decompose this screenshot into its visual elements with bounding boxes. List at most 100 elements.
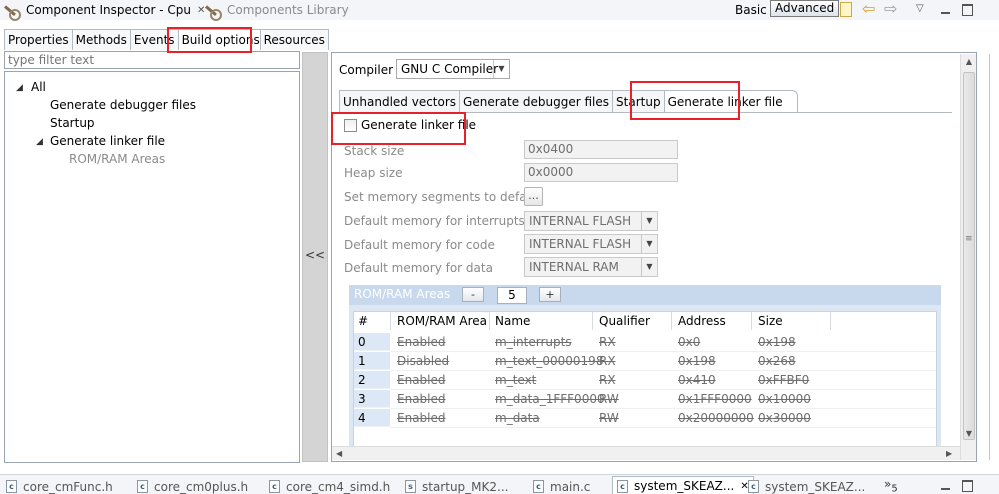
minimize-icon[interactable] (938, 1, 954, 17)
table-cell-qualifier[interactable]: RX (599, 371, 616, 389)
editor-tab[interactable]: c system_SKEAZ... (748, 478, 865, 494)
mode-advanced-button[interactable]: Advanced (770, 0, 840, 17)
column-header[interactable]: Size (758, 312, 783, 330)
table-cell-address[interactable]: 0x1FFF0000 (678, 390, 752, 408)
tab-unhandled-vectors[interactable]: Unhandled vectors (339, 90, 460, 112)
heap-size-input[interactable]: 0x0000 (524, 163, 678, 182)
table-cell-address[interactable]: 0x0 (678, 333, 700, 351)
chevron-down-icon[interactable]: ▼ (641, 212, 657, 230)
forward-arrow-icon[interactable]: ⇨ (884, 1, 900, 17)
set-memory-default-button[interactable]: ... (524, 187, 543, 206)
tree-item-startup[interactable]: Startup (50, 116, 95, 130)
column-header[interactable]: Name (495, 312, 530, 330)
minimize-icon[interactable] (938, 479, 954, 493)
tree-item-all[interactable]: All (31, 80, 46, 94)
editor-tab[interactable]: s startup_MK2... (405, 478, 508, 494)
table-cell-name[interactable]: m_data_1FFF0000 (495, 390, 605, 408)
note-icon[interactable] (838, 1, 854, 17)
table-cell-size[interactable]: 0x198 (758, 333, 796, 351)
chevron-down-icon[interactable]: ▼ (641, 258, 657, 276)
table-cell-qualifier[interactable]: RX (599, 333, 616, 351)
editor-tab[interactable]: c core_cm0plus.h (137, 478, 248, 494)
scroll-down-icon[interactable]: ▼ (961, 429, 977, 438)
mode-basic-button[interactable]: Basic (735, 0, 767, 20)
table-cell-size[interactable]: 0x10000 (758, 390, 811, 408)
view-tab-components-library[interactable]: Components Library (205, 1, 349, 21)
table-cell-name[interactable]: m_text_00000198 (495, 352, 603, 370)
table-cell-address[interactable]: 0x198 (678, 352, 716, 370)
table-cell-address[interactable]: 0x410 (678, 371, 716, 389)
scroll-up-icon[interactable]: ▲ (961, 57, 977, 66)
tab-startup[interactable]: Startup (612, 90, 664, 112)
back-arrow-icon[interactable]: ⇦ (862, 1, 878, 17)
chevron-down-icon[interactable]: ▼ (493, 60, 509, 78)
left-tab-bar: Properties Methods Events Build options … (4, 29, 329, 50)
decrement-button[interactable]: - (462, 287, 484, 302)
maximize-icon[interactable] (959, 1, 975, 17)
tab-properties[interactable]: Properties (4, 29, 72, 50)
table-cell-index[interactable]: 3 (358, 390, 366, 408)
tab-events[interactable]: Events (129, 29, 178, 50)
table-cell-size[interactable]: 0xFFBF0 (758, 371, 809, 389)
vertical-scrollbar[interactable]: ▲ ≡ ▼ (960, 54, 976, 460)
table-cell-name[interactable]: m_text (495, 371, 536, 389)
scroll-left-icon[interactable]: ◀ (336, 447, 342, 461)
maximize-icon[interactable] (959, 479, 975, 493)
increment-button[interactable]: + (539, 287, 561, 302)
table-cell-area[interactable]: Disabled (397, 352, 449, 370)
editor-tab[interactable]: c core_cmFunc.h (6, 478, 113, 494)
table-cell-name[interactable]: m_interrupts (495, 333, 572, 351)
rom-ram-group-title: ROM/RAM Areas (354, 287, 451, 301)
tab-build-options[interactable]: Build options (177, 29, 260, 50)
expand-arrow-icon[interactable]: ◢ (16, 83, 23, 93)
tree-item-generate-debugger-files[interactable]: Generate debugger files (50, 98, 196, 112)
table-cell-index[interactable]: 1 (358, 352, 366, 370)
tab-generate-debugger-files[interactable]: Generate debugger files (459, 90, 613, 112)
table-cell-size[interactable]: 0x268 (758, 352, 796, 370)
tree-item-generate-linker-file[interactable]: Generate linker file (50, 134, 165, 148)
stack-size-input[interactable]: 0x0400 (524, 140, 678, 159)
table-cell-area[interactable]: Enabled (397, 371, 446, 389)
tab-generate-linker-file[interactable]: Generate linker file (663, 90, 798, 112)
horizontal-scrollbar[interactable]: ◀ ▶ (332, 446, 960, 460)
column-header[interactable]: ROM/RAM Area (397, 312, 487, 330)
column-header[interactable]: Qualifier (599, 312, 650, 330)
collapse-button[interactable]: << (303, 248, 327, 262)
scrollbar-thumb[interactable] (963, 72, 975, 440)
table-cell-index[interactable]: 4 (358, 409, 366, 427)
generate-linker-file-checkbox[interactable] (344, 119, 357, 132)
tab-overflow-button[interactable]: »5 (884, 477, 898, 494)
table-cell-qualifier[interactable]: RW (599, 409, 619, 427)
view-tab-component-inspector[interactable]: Component Inspector - Cpu ✕ (4, 1, 205, 21)
view-menu-icon[interactable]: ▽ (916, 1, 932, 17)
table-cell-qualifier[interactable]: RW (599, 390, 619, 408)
memory-interrupts-select[interactable]: INTERNAL FLASH ▼ (524, 211, 658, 231)
table-cell-size[interactable]: 0x30000 (758, 409, 811, 427)
table-cell-index[interactable]: 0 (358, 333, 366, 351)
table-cell-area[interactable]: Enabled (397, 333, 446, 351)
editor-tab-active[interactable]: c system_SKEAZ... ✕ (612, 476, 754, 494)
area-count-field[interactable]: 5 (497, 287, 527, 304)
filter-input[interactable] (4, 51, 300, 69)
chevron-down-icon[interactable]: ▼ (641, 235, 657, 253)
table-cell-area[interactable]: Enabled (397, 409, 446, 427)
memory-code-select[interactable]: INTERNAL FLASH ▼ (524, 234, 658, 254)
generate-linker-file-label: Generate linker file (361, 118, 477, 132)
column-header[interactable]: # (358, 312, 368, 330)
compiler-select[interactable]: GNU C Compiler ▼ (396, 59, 510, 79)
scroll-right-icon[interactable]: ▶ (946, 447, 952, 461)
tab-methods[interactable]: Methods (71, 29, 130, 50)
table-cell-index[interactable]: 2 (358, 371, 366, 389)
column-header[interactable]: Address (678, 312, 726, 330)
table-cell-qualifier[interactable]: RX (599, 352, 616, 370)
tab-resources[interactable]: Resources (259, 29, 329, 50)
table-cell-address[interactable]: 0x20000000 (678, 409, 754, 427)
table-cell-name[interactable]: m_data (495, 409, 540, 427)
editor-tab[interactable]: c core_cm4_simd.h (269, 478, 390, 494)
editor-tab[interactable]: c main.c (533, 478, 590, 494)
expand-arrow-icon[interactable]: ◢ (36, 137, 43, 147)
tree-item-rom-ram-areas[interactable]: ROM/RAM Areas (69, 152, 165, 166)
table-cell-area[interactable]: Enabled (397, 390, 446, 408)
collapse-bar[interactable]: << (302, 52, 328, 462)
memory-data-select[interactable]: INTERNAL RAM ▼ (524, 257, 658, 277)
